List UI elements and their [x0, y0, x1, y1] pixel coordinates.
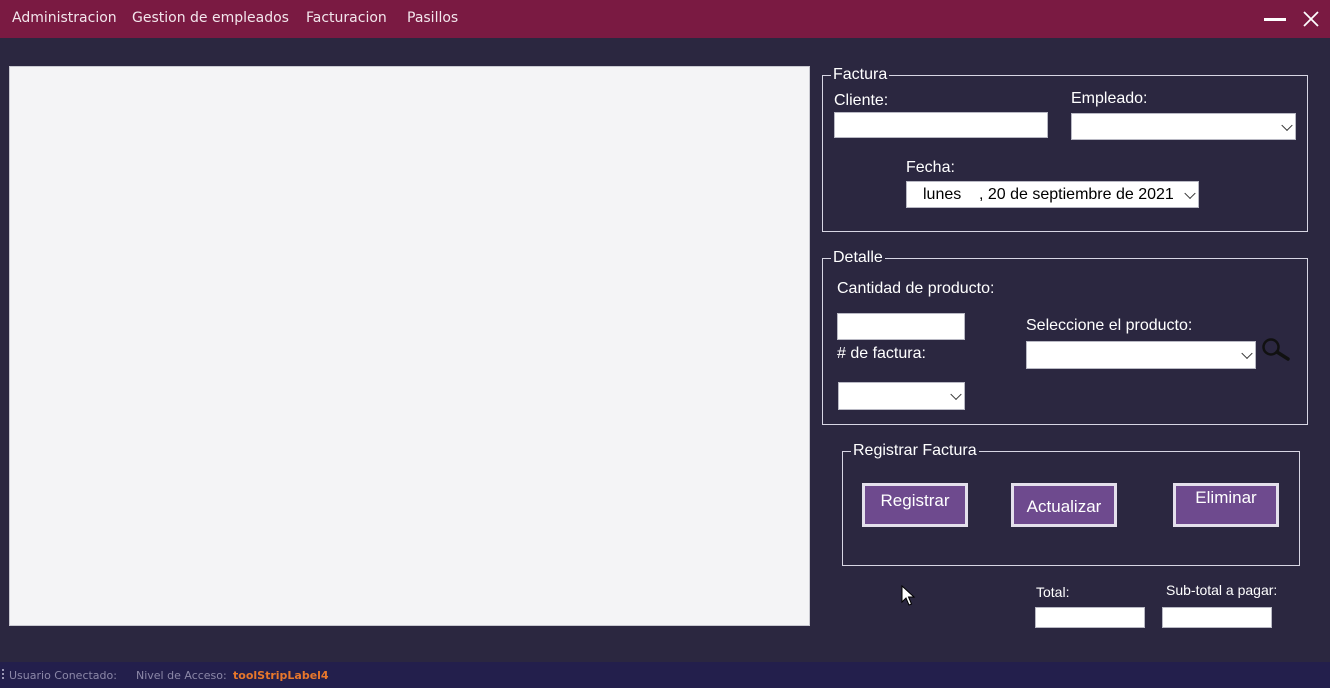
total-input[interactable]: [1035, 607, 1145, 628]
fecha-day: lunes: [923, 186, 962, 203]
subtotal-label: Sub-total a pagar:: [1166, 582, 1278, 598]
menu-bar: Administracion Gestion de empleados Fact…: [0, 0, 1330, 38]
eliminar-button-label: Eliminar: [1195, 488, 1257, 507]
minimize-button[interactable]: [1262, 6, 1288, 32]
nivel-acceso-value: toolStripLabel4: [233, 669, 329, 682]
factura-num-select[interactable]: [838, 382, 965, 410]
chevron-down-icon: [1184, 187, 1196, 199]
chevron-down-icon: [1241, 347, 1253, 360]
fecha-date-picker[interactable]: lunes , 20 de septiembre de 2021: [906, 181, 1199, 208]
cantidad-label: Cantidad de producto:: [837, 280, 995, 297]
cliente-input[interactable]: [834, 112, 1048, 138]
empleado-select[interactable]: [1071, 113, 1296, 140]
menu-item-pasillos[interactable]: Pasillos: [407, 10, 458, 26]
data-grid[interactable]: [9, 66, 810, 626]
menu-item-facturacion[interactable]: Facturacion: [306, 10, 387, 26]
chevron-down-icon: [1281, 119, 1293, 131]
eliminar-button[interactable]: Eliminar: [1173, 483, 1279, 527]
status-grip-icon: [2, 669, 4, 681]
registrar-button[interactable]: Registrar: [862, 483, 968, 527]
empleado-label: Empleado:: [1071, 90, 1148, 107]
cliente-label: Cliente:: [834, 92, 889, 109]
total-label: Total:: [1036, 584, 1070, 600]
nivel-acceso-label: Nivel de Acceso:: [136, 669, 227, 682]
producto-select[interactable]: [1026, 341, 1256, 369]
status-bar: Usuario Conectado: Nivel de Acceso: tool…: [0, 662, 1330, 688]
search-icon[interactable]: [1260, 337, 1292, 363]
actualizar-button[interactable]: Actualizar: [1011, 483, 1117, 527]
close-button[interactable]: [1298, 6, 1324, 32]
actualizar-button-label: Actualizar: [1026, 497, 1102, 516]
registrar-button-label: Registrar: [880, 491, 950, 510]
mouse-cursor-icon: [901, 585, 916, 606]
chevron-down-icon: [950, 388, 962, 401]
cantidad-input[interactable]: [837, 313, 965, 340]
fecha-label: Fecha:: [906, 159, 955, 176]
detalle-legend: Detalle: [833, 249, 883, 266]
registrar-legend: Registrar Factura: [853, 442, 977, 459]
factura-num-label: # de factura:: [837, 345, 926, 362]
menu-item-gestion-empleados[interactable]: Gestion de empleados: [132, 10, 289, 26]
subtotal-input[interactable]: [1162, 607, 1272, 628]
menu-item-administracion[interactable]: Administracion: [12, 10, 117, 26]
close-icon: [1303, 11, 1319, 27]
fecha-date: , 20 de septiembre de 2021: [979, 186, 1174, 203]
factura-legend: Factura: [833, 66, 888, 83]
producto-label: Seleccione el producto:: [1026, 317, 1193, 334]
usuario-conectado-label: Usuario Conectado:: [9, 669, 117, 682]
